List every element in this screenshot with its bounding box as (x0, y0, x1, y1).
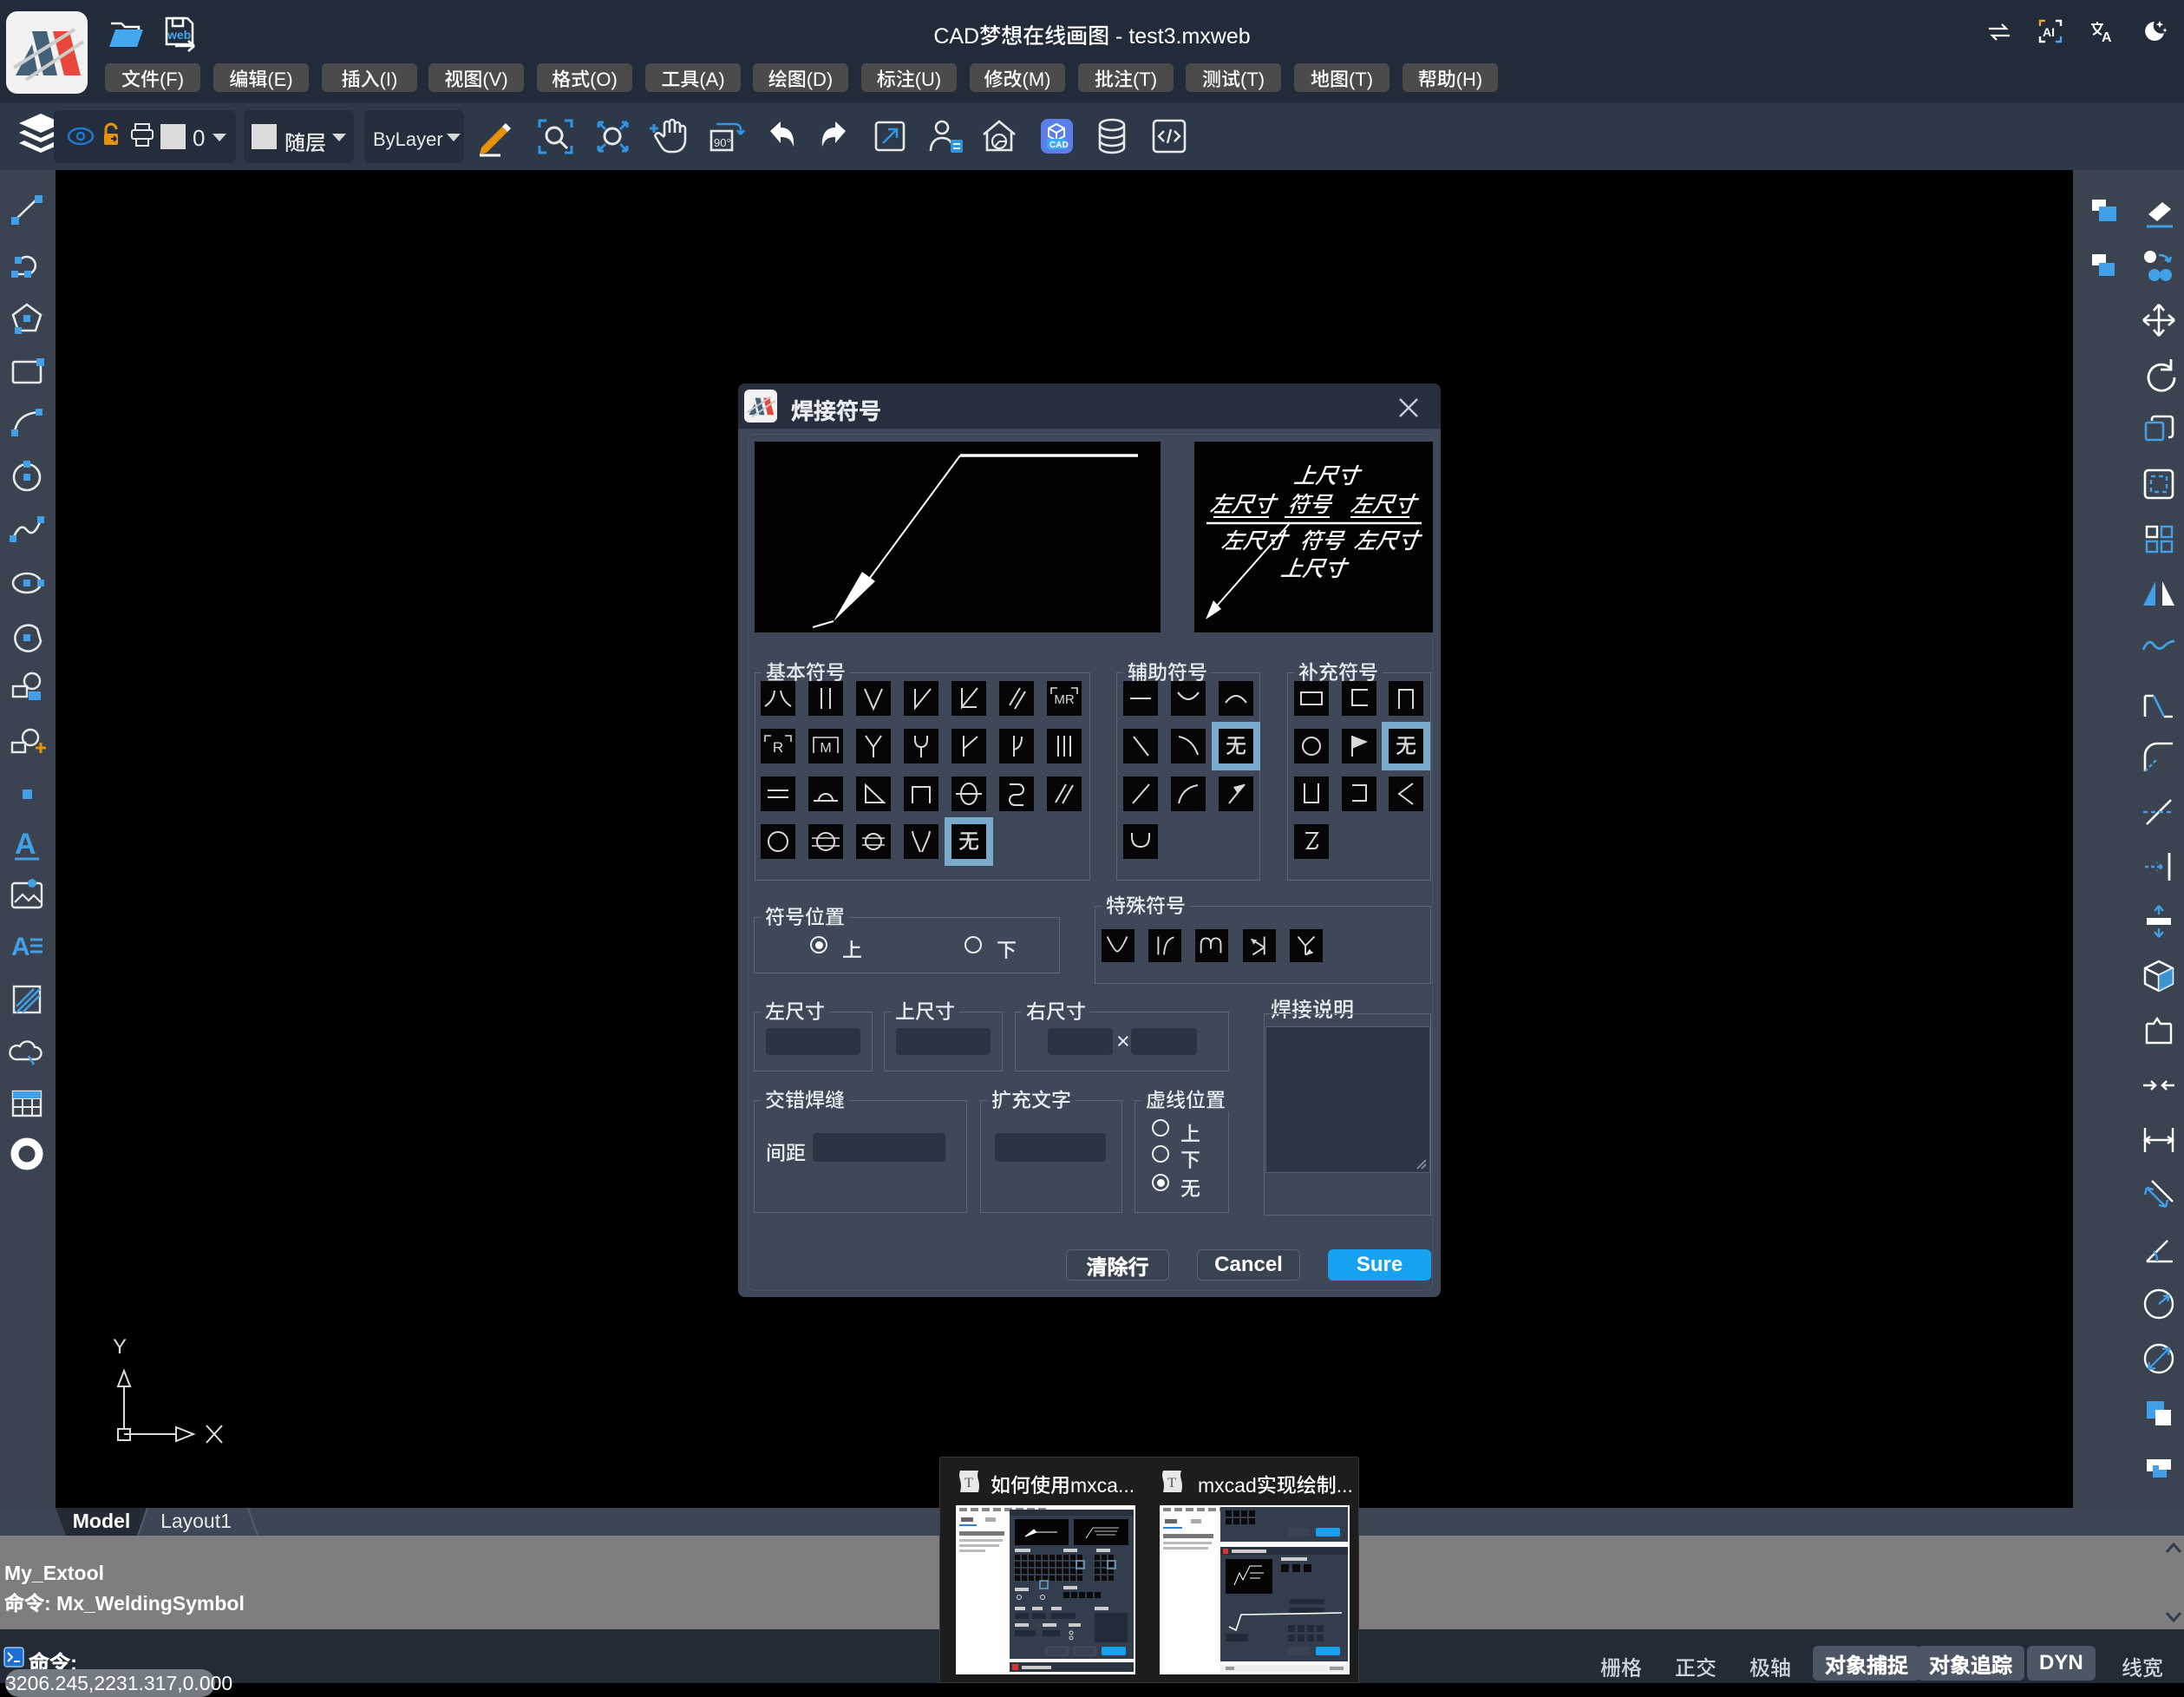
svg-text:符号: 符号 (1298, 524, 1348, 555)
svg-text:无: 无 (1226, 729, 1246, 759)
svg-text:A: A (15, 828, 36, 861)
svg-text:T: T (964, 1476, 973, 1491)
svg-text:Y: Y (113, 1335, 127, 1359)
svg-text:左尺寸: 左尺寸 (1208, 488, 1280, 519)
svg-text:A: A (11, 933, 30, 961)
svg-text:A: A (2102, 30, 2112, 43)
svg-text:CAD: CAD (1049, 141, 1069, 150)
svg-text:左尺寸: 左尺寸 (1220, 524, 1291, 555)
svg-text:R: R (773, 739, 783, 756)
svg-text:90°: 90° (714, 136, 731, 149)
svg-text:MR: MR (1054, 692, 1074, 707)
svg-text:无: 无 (1396, 729, 1416, 759)
svg-text:左尺寸: 左尺寸 (1352, 524, 1424, 555)
svg-text:T: T (1167, 1476, 1176, 1491)
svg-text:M: M (820, 741, 831, 756)
svg-text:上尺寸: 上尺寸 (1292, 459, 1364, 490)
svg-text:符号: 符号 (1286, 488, 1336, 519)
svg-text:AI: AI (2043, 25, 2055, 39)
svg-text:无: 无 (958, 824, 979, 855)
svg-text:左尺寸: 左尺寸 (1349, 488, 1421, 519)
svg-text:上尺寸: 上尺寸 (1279, 552, 1351, 583)
